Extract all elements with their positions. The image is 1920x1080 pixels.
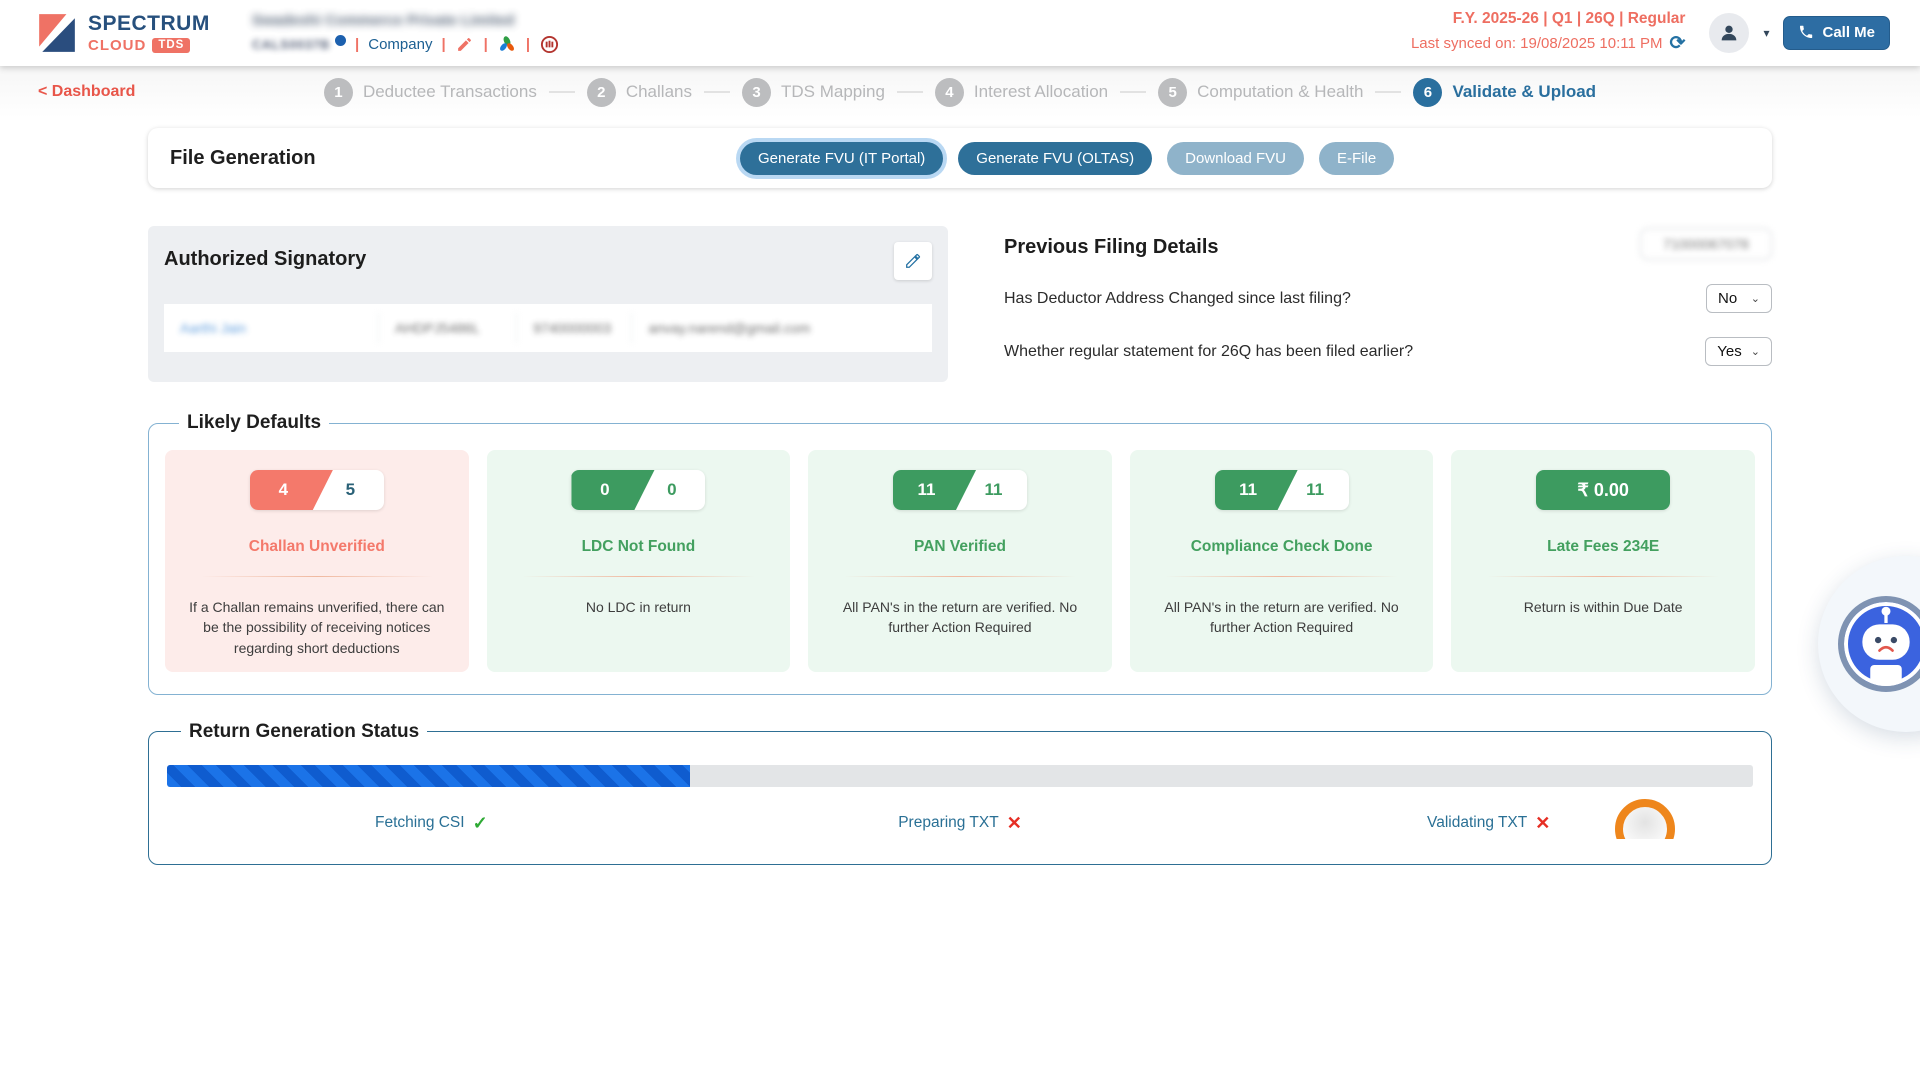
previous-filing-panel: Previous Filing Details 71000067078 Has … bbox=[1004, 226, 1772, 382]
status-preparing-txt: Preparing TXT ✕ bbox=[696, 813, 1225, 834]
pan-verified-card[interactable]: 11 11 PAN Verified All PAN's in the retu… bbox=[808, 450, 1112, 672]
previous-token-field[interactable]: 71000067078 bbox=[1640, 228, 1772, 260]
regular-statement-select[interactable]: Yes ⌄ bbox=[1705, 337, 1772, 366]
edit-signatory-button[interactable] bbox=[894, 242, 932, 280]
person-icon bbox=[1718, 22, 1740, 44]
spinner-ring-icon bbox=[1615, 799, 1675, 839]
income-tax-dept-icon[interactable] bbox=[539, 35, 559, 55]
signatory-email: anvay.narend@gmail.com bbox=[632, 312, 932, 344]
signatory-pan: AHDPJ5486L bbox=[379, 312, 517, 344]
pencil-icon bbox=[904, 252, 922, 270]
likely-defaults-legend: Likely Defaults bbox=[179, 412, 329, 434]
progress-fill bbox=[167, 765, 690, 787]
chatbot-icon[interactable] bbox=[1838, 596, 1920, 692]
call-me-button[interactable]: Call Me bbox=[1783, 16, 1890, 50]
signatory-name: Aarthi Jain bbox=[164, 312, 379, 344]
return-status-legend: Return Generation Status bbox=[181, 721, 427, 743]
company-tan: CALS0037B bbox=[252, 37, 330, 52]
check-icon: ✓ bbox=[473, 813, 488, 834]
company-block: Swadeshi Commerce Private Limited CALS00… bbox=[252, 12, 559, 55]
step-tds-mapping[interactable]: 3 TDS Mapping bbox=[742, 78, 885, 107]
traces-icon[interactable] bbox=[497, 35, 517, 55]
loading-spinner bbox=[1612, 799, 1682, 839]
cross-icon: ✕ bbox=[1535, 813, 1550, 834]
stepper-bar: < Dashboard 1 Deductee Transactions 2 Ch… bbox=[0, 66, 1920, 118]
verified-dot-icon bbox=[335, 35, 346, 46]
filing-info: F.Y. 2025-26 | Q1 | 26Q | Regular bbox=[1411, 8, 1686, 30]
chevron-down-icon: ⌄ bbox=[1751, 292, 1760, 305]
phone-icon bbox=[1798, 24, 1814, 40]
compliance-check-card[interactable]: 11 11 Compliance Check Done All PAN's in… bbox=[1130, 450, 1434, 672]
brand-tds-badge: TDS bbox=[152, 38, 190, 53]
ratio-badge: 0 0 bbox=[571, 470, 705, 510]
last-synced: Last synced on: 19/08/2025 10:11 PM bbox=[1411, 33, 1663, 55]
step-computation-health[interactable]: 5 Computation & Health bbox=[1158, 78, 1363, 107]
authorized-signatory-title: Authorized Signatory bbox=[164, 242, 366, 271]
address-changed-select[interactable]: No ⌄ bbox=[1706, 284, 1772, 313]
signatory-phone: 9740000003 bbox=[517, 312, 632, 344]
status-fetching-csi: Fetching CSI ✓ bbox=[167, 813, 696, 834]
file-generation-card: File Generation Generate FVU (IT Portal)… bbox=[148, 128, 1772, 188]
file-generation-title: File Generation bbox=[170, 147, 316, 170]
likely-defaults-section: Likely Defaults 4 5 Challan Unverified I… bbox=[148, 412, 1772, 695]
step-challans[interactable]: 2 Challans bbox=[587, 78, 692, 107]
generate-fvu-it-portal-button[interactable]: Generate FVU (IT Portal) bbox=[740, 142, 943, 175]
logo-mark-icon bbox=[34, 12, 80, 54]
app-logo: SPECTRUM CLOUD TDS bbox=[34, 12, 210, 54]
company-name: Swadeshi Commerce Private Limited bbox=[252, 12, 559, 29]
robot-face-icon bbox=[1844, 602, 1920, 686]
previous-filing-title: Previous Filing Details bbox=[1004, 230, 1219, 259]
regular-statement-question: Whether regular statement for 26Q has be… bbox=[1004, 343, 1413, 361]
progress-bar bbox=[167, 765, 1753, 787]
challan-unverified-card[interactable]: 4 5 Challan Unverified If a Challan rema… bbox=[165, 450, 469, 672]
refresh-icon[interactable]: ⟳ bbox=[1670, 30, 1686, 58]
ratio-badge: 11 11 bbox=[1215, 470, 1349, 510]
address-changed-question: Has Deductor Address Changed since last … bbox=[1004, 290, 1351, 308]
cross-icon: ✕ bbox=[1007, 813, 1022, 834]
signatory-row[interactable]: Aarthi Jain AHDPJ5486L 9740000003 anvay.… bbox=[164, 304, 932, 352]
late-fees-card[interactable]: ₹ 0.00 Late Fees 234E Return is within D… bbox=[1451, 450, 1755, 672]
amount-badge: ₹ 0.00 bbox=[1536, 470, 1670, 510]
authorized-signatory-panel: Authorized Signatory Aarthi Jain AHDPJ54… bbox=[148, 226, 948, 382]
step-validate-upload[interactable]: 6 Validate & Upload bbox=[1413, 78, 1596, 107]
generate-fvu-oltas-button[interactable]: Generate FVU (OLTAS) bbox=[958, 142, 1152, 175]
efile-button[interactable]: E-File bbox=[1319, 142, 1394, 175]
download-fvu-button[interactable]: Download FVU bbox=[1167, 142, 1304, 175]
step-deductee-transactions[interactable]: 1 Deductee Transactions bbox=[324, 78, 537, 107]
ratio-badge: 11 11 bbox=[893, 470, 1027, 510]
edit-company-icon[interactable] bbox=[455, 35, 475, 55]
brand-cloud: CLOUD bbox=[88, 37, 146, 54]
chat-widget[interactable] bbox=[1818, 556, 1920, 732]
ratio-badge: 4 5 bbox=[250, 470, 384, 510]
company-link[interactable]: Company bbox=[368, 36, 432, 53]
dashboard-back-link[interactable]: < Dashboard bbox=[38, 83, 135, 101]
brand-name: SPECTRUM bbox=[88, 12, 210, 36]
user-avatar[interactable] bbox=[1709, 13, 1749, 53]
ldc-not-found-card[interactable]: 0 0 LDC Not Found No LDC in return bbox=[487, 450, 791, 672]
app-header: SPECTRUM CLOUD TDS Swadeshi Commerce Pri… bbox=[0, 0, 1920, 66]
step-interest-allocation[interactable]: 4 Interest Allocation bbox=[935, 78, 1108, 107]
chevron-down-icon: ⌄ bbox=[1751, 345, 1760, 358]
chevron-down-icon[interactable]: ▾ bbox=[1763, 26, 1769, 40]
return-generation-status-section: Return Generation Status Fetching CSI ✓ … bbox=[148, 721, 1772, 865]
